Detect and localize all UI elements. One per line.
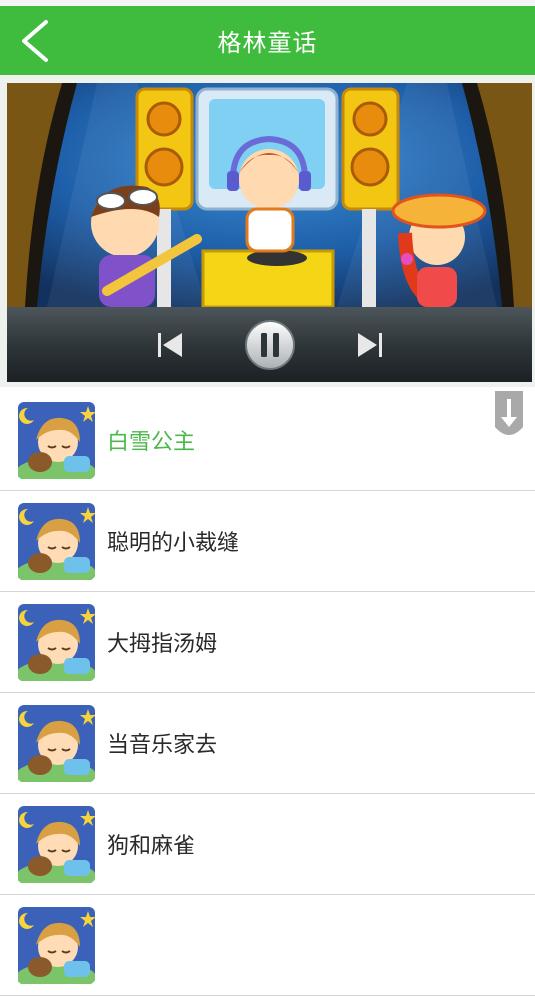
app-header: 格林童话 bbox=[0, 6, 535, 75]
story-thumbnail bbox=[16, 907, 96, 991]
skip-previous-icon bbox=[158, 333, 182, 357]
player-panel bbox=[0, 75, 535, 387]
list-item[interactable] bbox=[0, 895, 535, 996]
scroll-handle[interactable] bbox=[493, 391, 525, 443]
player-controls bbox=[7, 307, 532, 382]
story-thumbnail bbox=[16, 402, 96, 486]
story-thumbnail bbox=[16, 604, 96, 688]
list-item[interactable]: 狗和麻雀 bbox=[0, 794, 535, 895]
story-thumbnail bbox=[16, 503, 96, 587]
chevron-left-icon bbox=[22, 20, 48, 62]
banner-image bbox=[7, 83, 532, 307]
list-item-title: 当音乐家去 bbox=[107, 733, 218, 758]
previous-track-button[interactable] bbox=[155, 329, 185, 361]
list-item-title: 聪明的小裁缝 bbox=[107, 531, 240, 556]
story-thumbnail bbox=[16, 806, 96, 890]
list-item-title: 狗和麻雀 bbox=[107, 834, 196, 859]
list-item-title: 白雪公主 bbox=[107, 430, 196, 455]
list-item[interactable]: 大拇指汤姆 bbox=[0, 592, 535, 693]
pause-button[interactable] bbox=[244, 319, 296, 371]
page-title: 格林童话 bbox=[217, 29, 318, 57]
next-track-button[interactable] bbox=[355, 329, 385, 361]
list-item[interactable]: 聪明的小裁缝 bbox=[0, 491, 535, 592]
download-arrow-icon bbox=[495, 391, 523, 435]
pause-icon bbox=[245, 320, 295, 370]
list-item[interactable]: 当音乐家去 bbox=[0, 693, 535, 794]
skip-next-icon bbox=[358, 333, 382, 357]
back-button[interactable] bbox=[14, 16, 58, 66]
story-thumbnail bbox=[16, 705, 96, 789]
story-list: 白雪公主 聪明的小裁缝 大拇指汤姆 当音乐家去 狗和麻雀 bbox=[0, 390, 535, 996]
list-item-title: 大拇指汤姆 bbox=[107, 632, 218, 657]
list-item[interactable]: 白雪公主 bbox=[0, 390, 535, 491]
